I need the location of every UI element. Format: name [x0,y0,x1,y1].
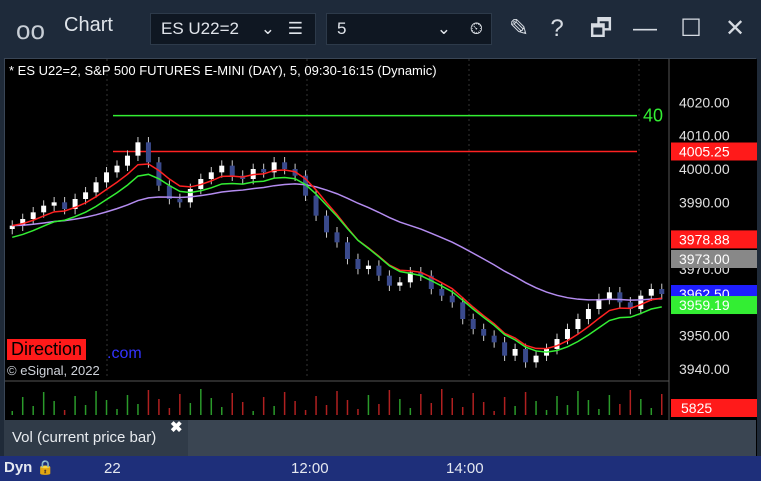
price-badge-label: 4005.25 [679,144,730,160]
interval-value: 5 [337,19,347,38]
x-tick-label: 14:00 [446,460,484,477]
symbol-field[interactable]: ES U22=2 ⌄ ☰ [150,13,316,45]
y-tick-label: 4010.00 [679,128,730,144]
candle-body [313,195,319,216]
candle-body [481,329,487,336]
chevron-down-icon[interactable]: ⌄ [437,14,451,44]
y-tick-label: 3950.00 [679,328,730,344]
chart-header: * ES U22=2, S&P 500 FUTURES E-MINI (DAY)… [9,63,437,78]
draw-icon[interactable]: ✎ [502,12,536,46]
close-icon[interactable]: ✕ [718,12,752,46]
candle-body [104,172,110,183]
candle-body [282,162,288,169]
app-title: Chart [64,14,113,36]
chevron-down-icon[interactable]: ⌄ [261,14,275,44]
candle-body [376,265,382,276]
copyright-text: © eSignal, 2022 [7,363,100,378]
interval-field[interactable]: 5 ⌄ ⏲ [326,13,492,45]
y-tick-label: 3990.00 [679,194,730,210]
ma-green-line [12,173,662,353]
candle-body [208,172,214,179]
candle-body [439,289,445,296]
close-icon[interactable]: ✖ [170,418,183,436]
candle-body [533,355,539,363]
volume-tab[interactable]: Vol (current price bar) [4,420,188,456]
candle-body [460,302,466,319]
candle-body [51,202,57,206]
time-axis-bar: Dyn 🔒 22 12:00 14:00 [0,456,761,481]
chart-panel[interactable]: 4020.00 4010.00 4000.00 3990.00 3970.00 3950.… [4,58,757,459]
candle-body [261,169,267,173]
title-bar: oo Chart ES U22=2 ⌄ ☰ 5 ⌄ ⏲ ✎ ? 🗗 — ☐ ✕ [0,0,761,60]
candle-body [502,342,508,356]
price-badge-label: 3973.00 [679,251,730,267]
x-tick-label: 12:00 [291,460,329,477]
y-tick-label: 4020.00 [679,94,730,110]
candle-body [564,329,570,339]
symbol-value: ES U22=2 [161,19,239,38]
candle-body [659,289,665,294]
price-badge-label: 3959.19 [679,297,730,313]
brand-suffix: .com [107,345,142,362]
candle-body [648,289,654,296]
level-label: 40 [643,106,663,126]
volume-panel-footer [188,420,756,456]
candle-body [585,309,591,319]
clock-icon[interactable]: ⏲ [470,14,483,44]
price-chart[interactable]: 4020.004010.004000.003990.003970.003950.… [5,59,757,459]
app-logo-icon: oo [16,15,45,45]
y-tick-label: 4000.00 [679,161,730,177]
candle-body [334,232,340,243]
layout-icon[interactable]: 🗗 [584,12,618,46]
candle-body [449,295,455,303]
x-tick-label: 22 [104,460,121,477]
lock-icon[interactable]: 🔒 [37,459,54,475]
candle-body [187,189,193,203]
candle-body [386,275,392,286]
candle-body [554,339,560,349]
candle-body [523,349,529,363]
candle-body [177,199,183,203]
candle-body [617,292,623,303]
candle-body [114,165,120,173]
candle-body [135,142,141,156]
y-tick-label: 3940.00 [679,361,730,377]
candle-body [344,242,350,259]
maximize-icon[interactable]: ☐ [674,12,708,46]
candle-body [512,349,518,356]
volume-badge-label: 5825 [681,400,712,416]
candle-body [324,215,330,233]
candle-body [229,165,235,176]
candle-body [491,335,497,343]
ma-red-line [12,163,662,350]
candle-body [575,319,581,329]
candle-body [156,162,162,186]
candle-body [124,155,130,166]
candle-body [606,292,612,299]
dyn-label[interactable]: Dyn 🔒 [4,459,54,476]
candle-body [83,192,89,199]
candle-body [355,259,361,269]
candle-body [470,319,476,329]
candle-body [638,295,644,309]
candle-body [365,265,371,269]
candle-body [219,165,225,173]
brand-badge: Direction [7,339,87,360]
help-icon[interactable]: ? [540,12,574,46]
price-badge-label: 3978.88 [679,231,730,247]
candle-body [62,202,68,209]
candle-body [30,212,36,219]
candle-body [93,182,99,193]
candle-body [145,142,151,163]
volume-label: Vol (current price bar) [12,429,157,446]
minimize-icon[interactable]: — [628,12,662,46]
candle-body [397,282,403,286]
list-icon[interactable]: ☰ [288,14,303,44]
candle-body [41,205,47,213]
